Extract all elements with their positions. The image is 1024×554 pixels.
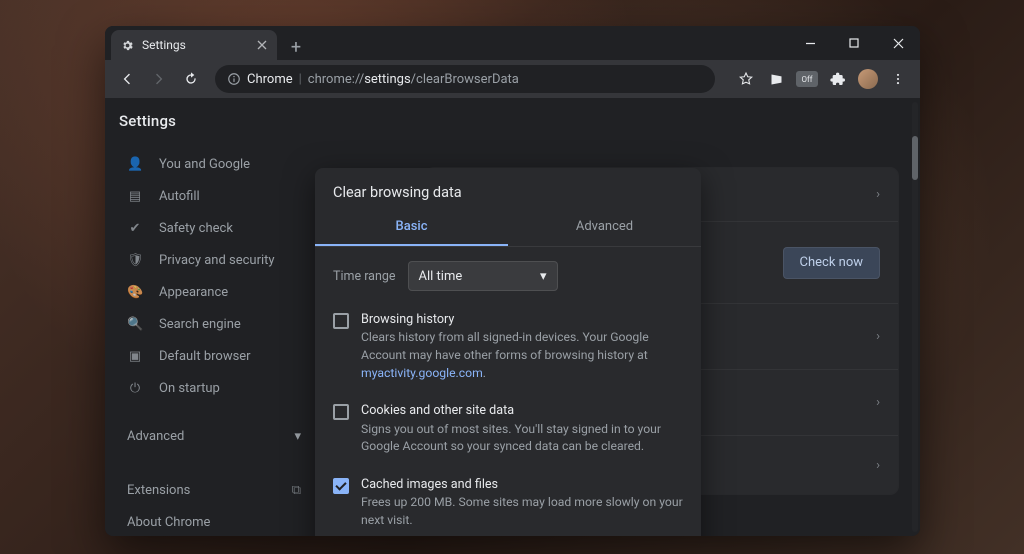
window-minimize-button[interactable]	[788, 26, 832, 60]
dropdown-caret-icon: ▾	[540, 269, 547, 284]
checkbox-browsing-history[interactable]	[333, 313, 349, 329]
checkbox-cached-images[interactable]	[333, 478, 349, 494]
gear-icon	[121, 39, 134, 52]
settings-heading: Settings	[119, 112, 309, 130]
dialog-scrim: Clear browsing data Basic Advanced Time …	[105, 170, 920, 536]
kebab-menu-icon[interactable]	[888, 69, 908, 89]
back-button[interactable]	[113, 65, 141, 93]
dialog-tabs: Basic Advanced	[315, 209, 701, 247]
browser-tab-settings[interactable]: Settings	[111, 30, 277, 60]
reload-button[interactable]	[177, 65, 205, 93]
profile-avatar-button[interactable]	[858, 69, 878, 89]
new-tab-button[interactable]: +	[283, 34, 309, 60]
omnibox-chip: Chrome	[247, 72, 293, 87]
extension-badge-off[interactable]: Off	[796, 71, 818, 87]
tab-strip: Settings +	[105, 26, 920, 60]
window-controls	[788, 26, 920, 60]
option-browsing-history: Browsing history Clears history from all…	[333, 303, 683, 394]
dialog-title: Clear browsing data	[315, 168, 701, 209]
extension-icon-1[interactable]	[766, 69, 786, 89]
site-info-icon[interactable]	[227, 72, 241, 86]
tab-title: Settings	[142, 38, 186, 52]
window-maximize-button[interactable]	[832, 26, 876, 60]
chrome-window: Settings + Chrome | chrome://settings/cl	[105, 26, 920, 536]
option-cookies: Cookies and other site data Signs you ou…	[333, 394, 683, 468]
option-title: Browsing history	[361, 311, 683, 329]
forward-button[interactable]	[145, 65, 173, 93]
bookmark-star-icon[interactable]	[736, 69, 756, 89]
clear-browsing-data-dialog: Clear browsing data Basic Advanced Time …	[315, 168, 701, 536]
tab-advanced[interactable]: Advanced	[508, 209, 701, 246]
desktop-wallpaper: Settings + Chrome | chrome://settings/cl	[0, 0, 1024, 554]
tab-basic[interactable]: Basic	[315, 209, 508, 246]
window-close-button[interactable]	[876, 26, 920, 60]
omnibox-url: chrome://settings/clearBrowserData	[308, 72, 519, 87]
option-title: Cached images and files	[361, 476, 683, 494]
time-range-label: Time range	[333, 269, 396, 284]
close-tab-icon[interactable]	[257, 40, 267, 50]
time-range-value: All time	[419, 269, 463, 284]
browser-toolbar: Chrome | chrome://settings/clearBrowserD…	[105, 60, 920, 98]
settings-content: Settings 👤You and Google ▤Autofill ✔Safe…	[105, 98, 920, 536]
myactivity-link[interactable]: myactivity.google.com	[361, 366, 483, 380]
option-title: Cookies and other site data	[361, 402, 683, 420]
option-cached: Cached images and files Frees up 200 MB.…	[333, 468, 683, 536]
time-range-select[interactable]: All time ▾	[408, 261, 558, 291]
extensions-icon[interactable]	[828, 69, 848, 89]
omnibox-sep: |	[299, 72, 302, 87]
checkbox-cookies[interactable]	[333, 404, 349, 420]
address-bar[interactable]: Chrome | chrome://settings/clearBrowserD…	[215, 65, 715, 93]
toolbar-right: Off	[736, 69, 912, 89]
